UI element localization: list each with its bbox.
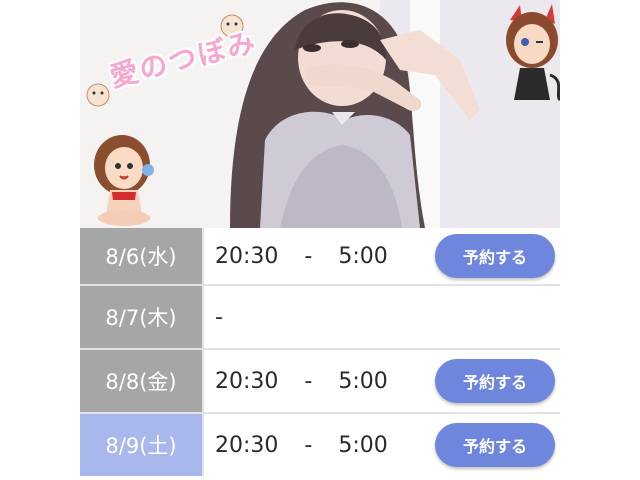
time-range: 20:30 - 5:00 bbox=[215, 350, 388, 412]
end-time: 5:00 bbox=[338, 243, 388, 269]
time-range: 20:30 - 5:00 bbox=[215, 228, 388, 284]
start-time: 20:30 bbox=[215, 243, 279, 269]
start-time: 20:30 bbox=[215, 432, 279, 458]
no-shift-dash: - bbox=[215, 304, 223, 330]
date-cell: 8/8(金) bbox=[80, 350, 204, 412]
reserve-button[interactable]: 予約する bbox=[435, 423, 555, 467]
date-cell: 8/7(木) bbox=[80, 286, 204, 348]
schedule-row: 8/7(木) - bbox=[80, 286, 560, 350]
date-cell: 8/9(土) bbox=[80, 414, 204, 476]
right-margin bbox=[560, 0, 640, 480]
schedule-row: 8/6(水) 20:30 - 5:00 予約する bbox=[80, 228, 560, 286]
start-time: 20:30 bbox=[215, 368, 279, 394]
left-margin bbox=[0, 0, 80, 480]
end-time: 5:00 bbox=[338, 368, 388, 394]
time-separator: - bbox=[304, 368, 313, 394]
reserve-button[interactable]: 予約する bbox=[435, 234, 555, 278]
schedule-row: 8/8(金) 20:30 - 5:00 予約する bbox=[80, 350, 560, 414]
time-range: - bbox=[215, 286, 223, 348]
date-cell: 8/6(水) bbox=[80, 228, 204, 284]
time-separator: - bbox=[304, 243, 313, 269]
end-time: 5:00 bbox=[338, 432, 388, 458]
reserve-button[interactable]: 予約する bbox=[435, 359, 555, 403]
schedule-table: 8/6(水) 20:30 - 5:00 予約する 8/7(木) - 8/8(金)… bbox=[80, 228, 560, 476]
hero-banner: 愛のつぼみ bbox=[80, 0, 560, 228]
hero-illustration bbox=[80, 0, 560, 228]
time-separator: - bbox=[304, 432, 313, 458]
time-range: 20:30 - 5:00 bbox=[215, 414, 388, 476]
schedule-row: 8/9(土) 20:30 - 5:00 予約する bbox=[80, 414, 560, 476]
